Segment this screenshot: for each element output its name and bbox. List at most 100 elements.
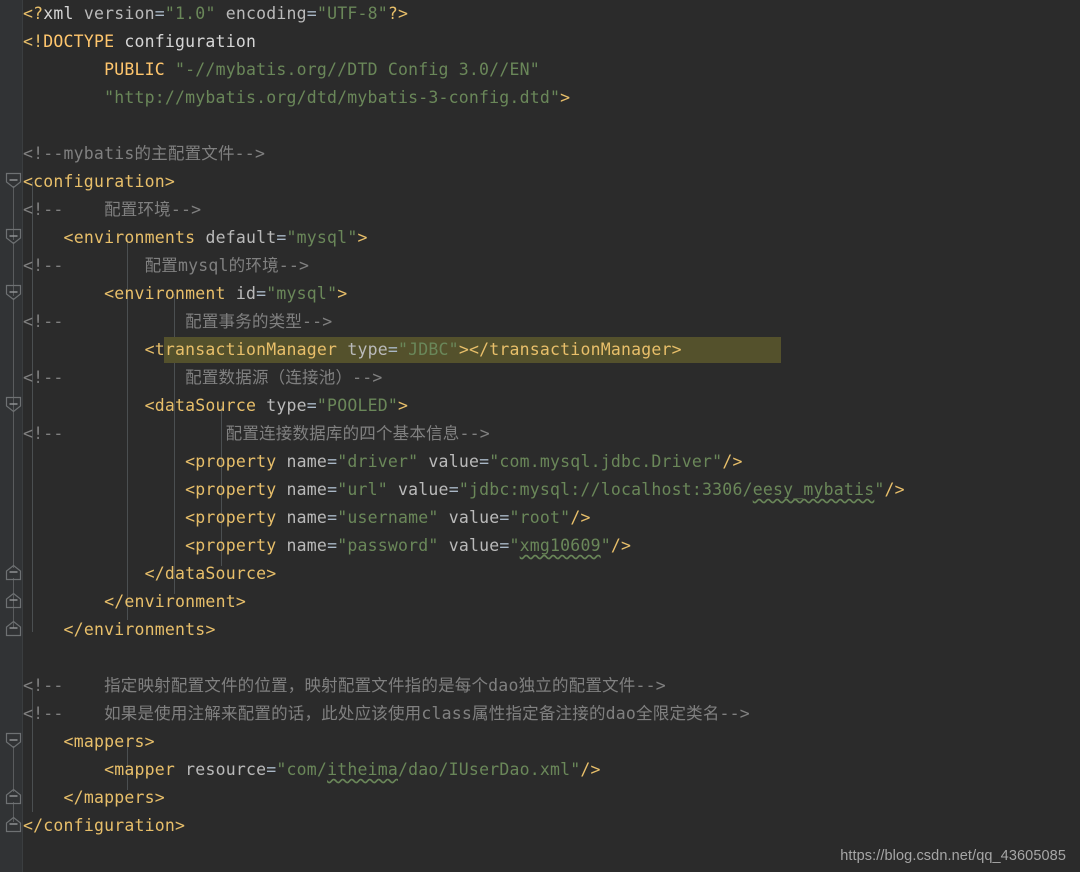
code-token: = [276, 228, 287, 247]
code-token: DOCTYPE [43, 32, 115, 51]
fold-expand-icon[interactable] [5, 788, 22, 805]
code-token: "url" [337, 480, 388, 499]
code-token: = [306, 396, 317, 415]
fold-expand-icon[interactable] [5, 564, 22, 581]
code-token: xmg10609 [519, 536, 601, 555]
code-token: = [387, 340, 398, 359]
xml-editor-screenshot: <?xml version="1.0" encoding="UTF-8"?> <!… [0, 0, 1080, 872]
code-token: " [600, 536, 611, 555]
code-token: = [499, 536, 510, 555]
code-line[interactable]: </mappers> [23, 784, 165, 812]
code-token: property [195, 536, 277, 555]
code-token: itheima [327, 760, 398, 779]
code-line[interactable]: <?xml version="1.0" encoding="UTF-8"?> [23, 0, 408, 28]
code-token: PUBLIC [104, 60, 165, 79]
code-line[interactable]: <!--mybatis的主配置文件--> [23, 140, 265, 168]
code-token: "UTF-8" [316, 4, 388, 23]
code-token: = [327, 536, 338, 555]
code-line[interactable]: <property name="driver" value="com.mysql… [23, 448, 743, 476]
code-line[interactable]: <!-- 指定映射配置文件的位置，映射配置文件指的是每个dao独立的配置文件--… [23, 672, 666, 700]
code-line[interactable]: <!-- 配置mysql的环境--> [23, 252, 309, 280]
code-line[interactable]: <!-- 配置连接数据库的四个基本信息--> [23, 420, 490, 448]
code-line[interactable]: <environments default="mysql"> [23, 224, 368, 252]
code-token: </ [23, 816, 44, 835]
code-token: mappers [73, 732, 145, 751]
code-token: <!-- 配置事务的类型--> [23, 312, 333, 331]
code-token: < [185, 508, 196, 527]
code-token: value [448, 536, 500, 555]
watermark-url: https://blog.csdn.net/qq_43605085 [840, 848, 1066, 864]
code-token: property [195, 480, 277, 499]
fold-collapse-icon[interactable] [5, 172, 22, 189]
code-token: transactionManager [489, 340, 672, 359]
code-token: = [256, 284, 267, 303]
code-line[interactable]: <property name="url" value="jdbc:mysql:/… [23, 476, 905, 504]
fold-collapse-icon[interactable] [5, 396, 22, 413]
code-token: = [327, 508, 338, 527]
fold-expand-icon[interactable] [5, 816, 22, 833]
code-line[interactable]: <configuration> [23, 168, 175, 196]
code-line[interactable]: <mappers> [23, 728, 155, 756]
fold-collapse-icon[interactable] [5, 228, 22, 245]
fold-spine [13, 298, 14, 568]
code-token: "com.mysql.jdbc.Driver" [489, 452, 723, 471]
code-line[interactable]: "http://mybatis.org/dtd/mybatis-3-config… [23, 84, 570, 112]
code-line[interactable]: <!-- 配置环境--> [23, 196, 201, 224]
fold-expand-icon[interactable] [5, 620, 22, 637]
fold-collapse-icon[interactable] [5, 284, 22, 301]
code-token: property [195, 452, 277, 471]
fold-expand-icon[interactable] [5, 592, 22, 609]
code-token: = [327, 480, 338, 499]
code-token: "username" [337, 508, 439, 527]
code-token: /> [722, 452, 743, 471]
code-line[interactable]: PUBLIC "-//mybatis.org//DTD Config 3.0//… [23, 56, 540, 84]
fold-spine [13, 746, 14, 792]
code-line[interactable]: </environment> [23, 588, 246, 616]
code-token: "password" [337, 536, 439, 555]
code-token: > [154, 788, 165, 807]
code-token: mapper [114, 760, 176, 779]
code-token: < [104, 760, 115, 779]
code-token: <!--mybatis的主配置文件--> [23, 144, 266, 163]
code-token: "-//mybatis.org//DTD Config 3.0//EN" [175, 60, 540, 79]
code-token: > [164, 172, 176, 191]
code-token: = [154, 4, 165, 23]
code-line[interactable]: <!-- 如果是使用注解来配置的话，此处应该使用class属性指定备注接的dao… [23, 700, 750, 728]
code-line[interactable]: <environment id="mysql"> [23, 280, 347, 308]
code-line[interactable]: <property name="password" value="xmg1060… [23, 532, 631, 560]
code-token: dataSource [154, 396, 257, 415]
code-token: configuration [43, 816, 176, 835]
code-token: > [175, 816, 186, 835]
code-line[interactable]: <property name="username" value="root"/> [23, 504, 591, 532]
code-line[interactable]: </environments> [23, 616, 216, 644]
code-line[interactable]: <!-- 配置事务的类型--> [23, 308, 332, 336]
code-line[interactable]: <dataSource type="POOLED"> [23, 392, 408, 420]
code-line[interactable]: </configuration> [23, 812, 185, 840]
code-token: > [357, 228, 368, 247]
fold-collapse-icon[interactable] [5, 732, 22, 749]
code-token: environment [124, 592, 236, 611]
code-token: xml [43, 4, 84, 23]
code-line[interactable]: <transactionManager type="JDBC"></transa… [23, 336, 682, 364]
code-token: name [286, 452, 328, 471]
code-token: > [235, 592, 246, 611]
code-line[interactable]: <mapper resource="com/itheima/dao/IUserD… [23, 756, 601, 784]
code-token: "com/ [276, 760, 328, 779]
code-line[interactable]: <!DOCTYPE configuration [23, 28, 256, 56]
code-line[interactable]: </dataSource> [23, 560, 277, 588]
code-token: environment [114, 284, 226, 303]
code-area[interactable]: <?xml version="1.0" encoding="UTF-8"?> <!… [23, 0, 1080, 872]
code-token: < [63, 228, 74, 247]
code-line[interactable]: <!-- 配置数据源（连接池）--> [23, 364, 383, 392]
